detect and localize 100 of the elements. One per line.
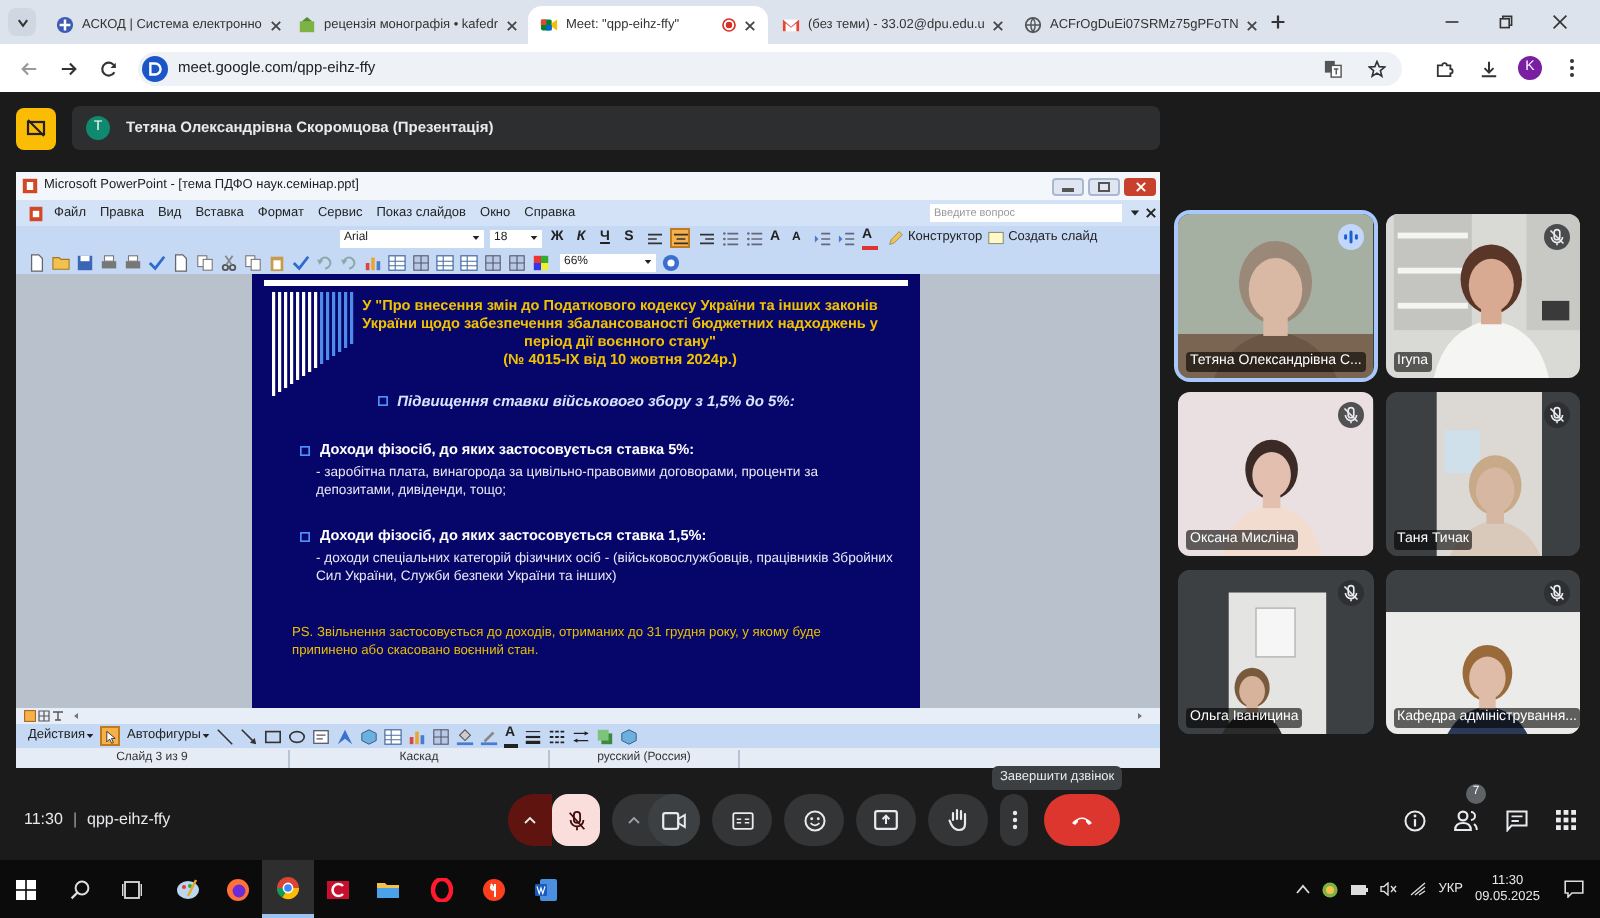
line-icon[interactable]: [216, 727, 235, 745]
more-icon[interactable]: [1568, 58, 1576, 78]
close-icon[interactable]: [269, 19, 282, 31]
grid-icon[interactable]: [412, 253, 430, 271]
grid-icon[interactable]: [508, 253, 526, 271]
grid-icon[interactable]: [484, 253, 502, 271]
reload-icon[interactable]: [100, 59, 118, 77]
tab-search-button[interactable]: [8, 8, 36, 36]
indent-icon[interactable]: [814, 229, 832, 247]
battery-icon[interactable]: [1350, 883, 1369, 895]
text-box-icon[interactable]: [312, 727, 331, 745]
line-style-icon[interactable]: [524, 727, 543, 745]
powerpoint-icon: [22, 178, 38, 194]
close-icon[interactable]: [1552, 14, 1568, 30]
minimize-button[interactable]: [1052, 177, 1084, 195]
arrow-icon[interactable]: [240, 727, 259, 745]
restore-icon[interactable]: [1498, 14, 1514, 30]
close-icon[interactable]: [1146, 208, 1156, 218]
grid-icon[interactable]: [432, 727, 451, 745]
maximize-button[interactable]: [1088, 177, 1120, 195]
microphone-button[interactable]: [552, 794, 600, 846]
copy-icon[interactable]: [244, 253, 262, 271]
cross-logo-icon: [56, 16, 74, 34]
presentation-button[interactable]: [16, 107, 56, 149]
site-info-icon: [142, 55, 168, 81]
align-button[interactable]: [696, 228, 716, 248]
windows-logo-icon[interactable]: [16, 879, 36, 899]
document-app-icon[interactable]: [534, 877, 558, 901]
scissors-icon[interactable]: [220, 253, 238, 271]
task-view-icon[interactable]: [122, 879, 142, 899]
scroll-left-icon[interactable]: [72, 712, 80, 720]
end-call-button[interactable]: [1044, 794, 1120, 846]
star-icon[interactable]: [1368, 59, 1386, 77]
people-icon[interactable]: [1454, 809, 1478, 831]
chat-icon[interactable]: [1506, 809, 1528, 831]
close-icon: [1135, 181, 1145, 191]
emoji-button[interactable]: [784, 794, 844, 846]
info-icon[interactable]: [1404, 809, 1426, 831]
captions-button[interactable]: [712, 794, 772, 846]
network-icon[interactable]: [1410, 882, 1427, 896]
scroll-right-icon[interactable]: [1136, 712, 1144, 720]
dash-style-icon[interactable]: [548, 727, 567, 745]
close-icon[interactable]: [744, 19, 756, 31]
folder-icon[interactable]: [376, 877, 400, 901]
apps-grid-icon[interactable]: [1556, 810, 1576, 830]
forward-icon[interactable]: [60, 59, 78, 77]
speaker-muted-icon[interactable]: [1380, 882, 1399, 896]
close-icon[interactable]: [992, 19, 1005, 31]
check-icon[interactable]: [148, 253, 166, 271]
maximize-icon: [1098, 181, 1110, 191]
chart-icon[interactable]: [364, 253, 382, 271]
active-taskbar-button[interactable]: [262, 860, 314, 918]
chevron-up-icon[interactable]: [1296, 884, 1311, 894]
help-icon[interactable]: [662, 253, 680, 271]
new-tab-button[interactable]: [1266, 10, 1290, 34]
paint-palette-icon[interactable]: [176, 877, 200, 901]
c-logo-icon[interactable]: [326, 877, 350, 901]
table-icon[interactable]: [436, 253, 454, 271]
rectangle-icon[interactable]: [264, 727, 283, 745]
ball-icon[interactable]: [1322, 881, 1339, 897]
copy-icon[interactable]: [196, 253, 214, 271]
list-icon[interactable]: [746, 229, 764, 247]
align-button[interactable]: [670, 228, 690, 248]
check-icon[interactable]: [292, 253, 310, 271]
caret-icon[interactable]: [1130, 208, 1140, 218]
table-icon[interactable]: [460, 253, 478, 271]
indent-icon[interactable]: [838, 229, 856, 247]
table-icon[interactable]: [384, 727, 403, 745]
sorter-view-icon[interactable]: [38, 710, 50, 722]
notification-icon[interactable]: [1564, 880, 1584, 898]
raise-hand-button[interactable]: [928, 794, 988, 846]
chart-icon[interactable]: [408, 727, 427, 745]
search-icon[interactable]: [70, 879, 90, 899]
clipboard-icon[interactable]: [268, 253, 286, 271]
list-icon[interactable]: [722, 229, 740, 247]
fill-bucket-icon[interactable]: [456, 727, 475, 745]
camera-control[interactable]: [612, 794, 700, 846]
printer-icon[interactable]: [100, 253, 118, 271]
ring-logo-icon[interactable]: [430, 877, 454, 901]
caret-up-icon[interactable]: [628, 816, 640, 824]
back-icon[interactable]: [20, 59, 38, 77]
download-icon[interactable]: [1480, 59, 1498, 77]
printer-icon[interactable]: [124, 253, 142, 271]
extensions-icon[interactable]: [1436, 59, 1454, 77]
translate-icon[interactable]: [1324, 59, 1342, 77]
more-options-button[interactable]: [1000, 794, 1028, 846]
table-icon[interactable]: [388, 253, 406, 271]
fox-browser-icon[interactable]: [226, 877, 250, 901]
close-icon[interactable]: [506, 19, 518, 31]
pen-icon[interactable]: [480, 727, 499, 745]
align-button[interactable]: [644, 228, 664, 248]
color-palette-icon[interactable]: [532, 253, 550, 271]
present-button[interactable]: [856, 794, 916, 846]
close-button[interactable]: [1124, 177, 1156, 195]
camera-button[interactable]: [648, 794, 700, 846]
close-icon[interactable]: [1246, 19, 1259, 31]
show-view-icon[interactable]: [52, 710, 64, 722]
arrow-style-icon[interactable]: [572, 727, 591, 745]
select-button[interactable]: [100, 726, 121, 746]
oval-icon[interactable]: [288, 727, 307, 745]
